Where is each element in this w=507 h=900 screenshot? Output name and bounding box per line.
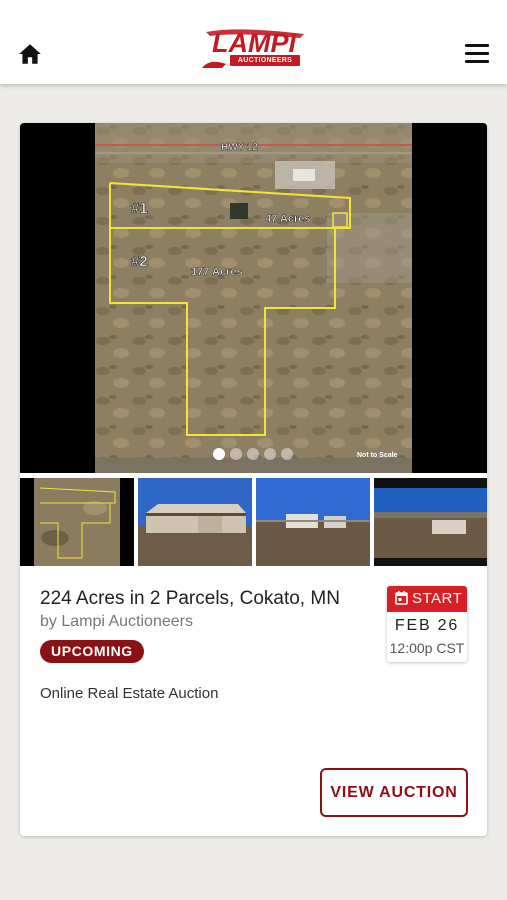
app-header: LAMPI AUCTIONEERS bbox=[0, 0, 507, 84]
listing-byline: by Lampi Auctioneers bbox=[40, 613, 193, 630]
calendar-icon bbox=[395, 591, 408, 605]
brand-subtitle: AUCTIONEERS bbox=[230, 55, 300, 66]
auction-card: HWY 12 #1 47 Acres #2 177 Acres Not to S… bbox=[20, 123, 487, 836]
menu-icon[interactable] bbox=[465, 44, 489, 64]
start-date-time: 12:00p CST bbox=[389, 640, 465, 656]
map-road-label: HWY 12 bbox=[221, 142, 258, 153]
map-parcel2-label: #2 bbox=[131, 253, 148, 270]
carousel-dot[interactable] bbox=[264, 448, 276, 460]
carousel-dot[interactable] bbox=[247, 448, 259, 460]
start-date-day: FEB 26 bbox=[394, 617, 460, 634]
start-date-header: START bbox=[387, 586, 467, 612]
auction-type: Online Real Estate Auction bbox=[40, 685, 219, 702]
aerial-map: HWY 12 #1 47 Acres #2 177 Acres Not to S… bbox=[95, 123, 412, 473]
carousel-dots bbox=[213, 448, 303, 462]
thumbnail-2[interactable] bbox=[138, 478, 252, 566]
status-badge: UPCOMING bbox=[40, 640, 144, 663]
map-parcel1-acres: 47 Acres bbox=[265, 213, 310, 225]
map-parcel2-acres: 177 Acres bbox=[191, 266, 243, 278]
start-label: START bbox=[412, 590, 463, 607]
thumbnail-strip bbox=[20, 478, 487, 566]
brand-logo[interactable]: LAMPI AUCTIONEERS bbox=[200, 28, 308, 72]
home-icon[interactable] bbox=[17, 41, 43, 67]
carousel-dot[interactable] bbox=[281, 448, 293, 460]
carousel-dot[interactable] bbox=[230, 448, 242, 460]
hero-image[interactable]: HWY 12 #1 47 Acres #2 177 Acres Not to S… bbox=[20, 123, 487, 473]
thumbnail-1[interactable] bbox=[20, 478, 134, 566]
map-scale-note: Not to Scale bbox=[357, 452, 398, 459]
carousel-dot[interactable] bbox=[213, 448, 225, 460]
thumbnail-3[interactable] bbox=[256, 478, 370, 566]
brand-name: LAMPI bbox=[212, 28, 296, 58]
thumbnail-4[interactable] bbox=[374, 478, 487, 566]
listing-title[interactable]: 224 Acres in 2 Parcels, Cokato, MN bbox=[40, 587, 380, 611]
start-date-box: START FEB 26 12:00p CST bbox=[387, 586, 467, 662]
view-auction-button[interactable]: VIEW AUCTION bbox=[320, 768, 468, 817]
map-parcel1-label: #1 bbox=[131, 200, 148, 217]
